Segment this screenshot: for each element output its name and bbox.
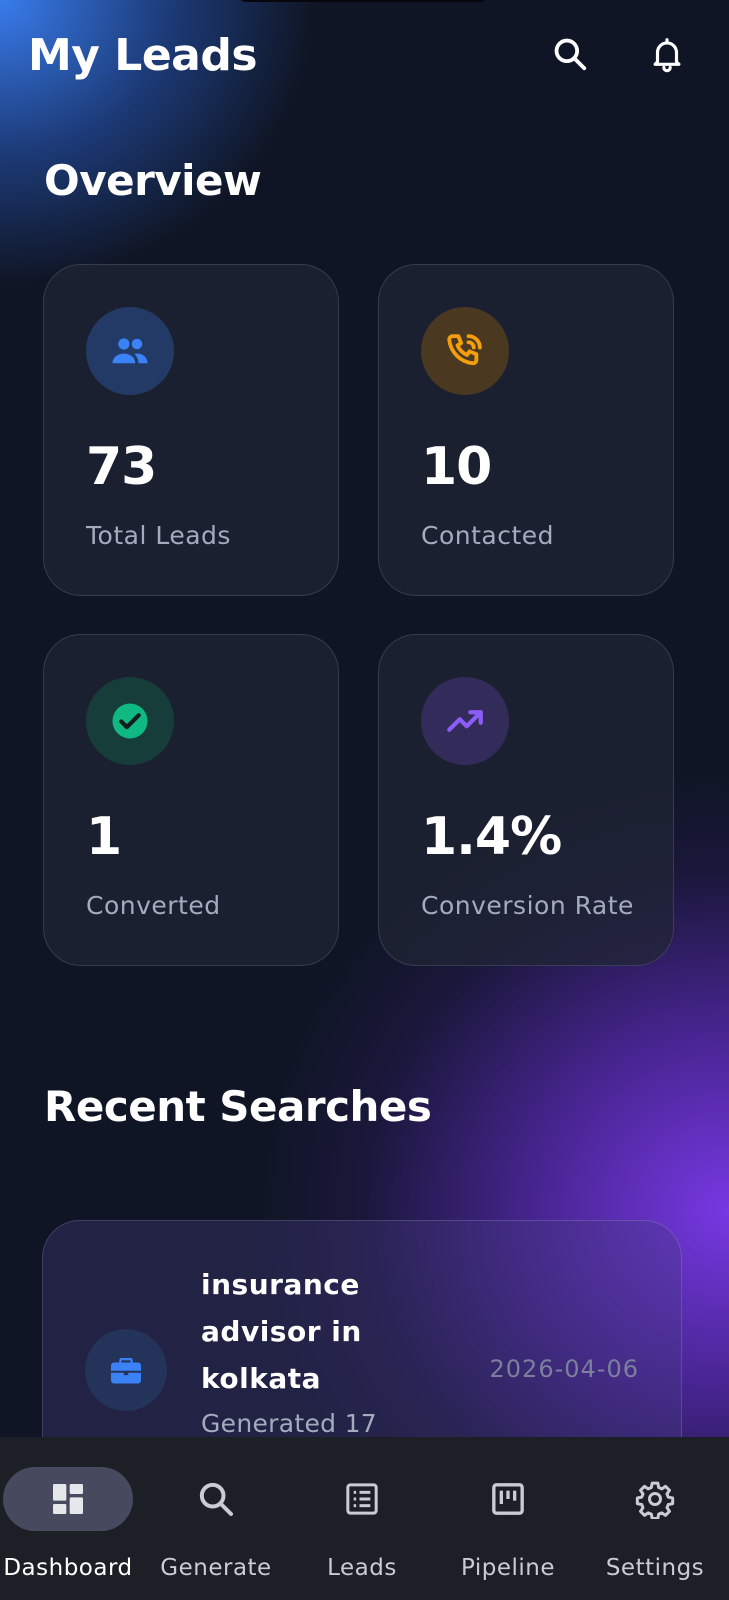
nav-label: Pipeline (460, 1555, 555, 1581)
briefcase-icon (111, 1358, 141, 1384)
stat-value: 1 (86, 807, 122, 867)
stat-icon-badge (86, 677, 174, 765)
search-item-icon-badge (85, 1329, 167, 1411)
nav-icon-wrap (633, 1477, 677, 1521)
stat-card-conversion-rate[interactable]: 1.4% Conversion Rate (378, 634, 674, 966)
gear-icon (635, 1481, 675, 1519)
stat-label: Total Leads (86, 521, 231, 550)
nav-icon-wrap (194, 1477, 238, 1521)
search-query-text: insurance advisor in kolkata (201, 1268, 362, 1395)
stat-icon-badge (421, 677, 509, 765)
stat-card-total-leads[interactable]: 73 Total Leads (43, 264, 339, 596)
dashboard-icon (53, 1484, 83, 1514)
trending-up-icon (447, 710, 483, 732)
search-date: 2026-04-06 (489, 1355, 639, 1383)
search-button[interactable] (548, 32, 592, 76)
notifications-button[interactable] (645, 32, 689, 76)
nav-item-dashboard[interactable]: Dashboard (0, 1437, 146, 1600)
stat-value: 10 (421, 437, 492, 497)
kanban-icon (492, 1483, 524, 1515)
nav-icon-wrap (46, 1477, 90, 1521)
search-generated-count: Generated 17 (201, 1409, 377, 1438)
nav-item-generate[interactable]: Generate (143, 1437, 289, 1600)
overview-title: Overview (44, 156, 262, 205)
stat-value: 1.4% (421, 807, 562, 867)
stat-card-contacted[interactable]: 10 Contacted (378, 264, 674, 596)
page-title: My Leads (28, 30, 258, 81)
search-icon (554, 38, 587, 71)
stat-label: Converted (86, 891, 221, 920)
nav-item-settings[interactable]: Settings (582, 1437, 728, 1600)
bottom-navigation: Dashboard Generate Leads Pipeline Settin… (0, 1437, 729, 1600)
nav-icon-wrap (486, 1477, 530, 1521)
nav-label: Settings (605, 1555, 705, 1581)
phone-icon (447, 334, 482, 366)
stat-label: Conversion Rate (421, 891, 634, 920)
list-icon (346, 1483, 378, 1515)
nav-icon-wrap (340, 1477, 384, 1521)
people-icon (112, 338, 148, 364)
check-circle-icon (112, 703, 148, 739)
nav-item-leads[interactable]: Leads (289, 1437, 435, 1600)
stat-icon-badge (86, 307, 174, 395)
recent-searches-title: Recent Searches (44, 1082, 432, 1131)
stat-card-converted[interactable]: 1 Converted (43, 634, 339, 966)
stat-label: Contacted (421, 521, 555, 550)
search-icon (199, 1482, 233, 1516)
nav-item-pipeline[interactable]: Pipeline (435, 1437, 581, 1600)
nav-label: Dashboard (3, 1555, 133, 1581)
app-header: My Leads (0, 0, 729, 115)
stat-value: 73 (86, 437, 157, 497)
nav-label: Leads (327, 1555, 397, 1581)
nav-label: Generate (160, 1555, 272, 1581)
bell-icon (653, 38, 681, 73)
stat-icon-badge (421, 307, 509, 395)
